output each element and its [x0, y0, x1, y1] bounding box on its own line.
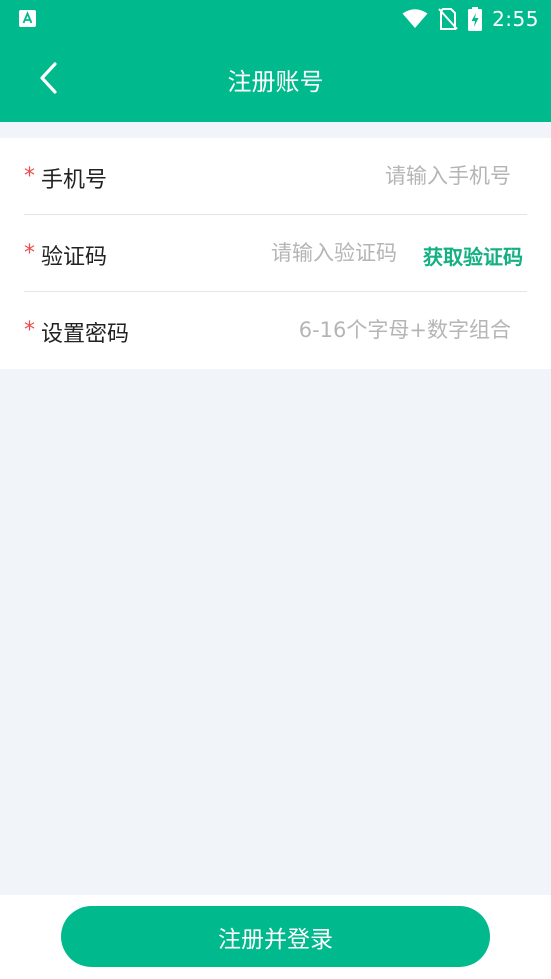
phone-label: 手机号 [41, 168, 108, 193]
status-icons: 2:55 [402, 6, 539, 32]
wifi-icon [402, 9, 428, 28]
password-row: * 设置密码 [24, 292, 527, 369]
page-title: 注册账号 [227, 68, 324, 96]
code-input[interactable] [167, 233, 397, 273]
status-bar: 2:55 [0, 0, 551, 38]
status-time: 2:55 [492, 7, 539, 31]
battery-charging-icon [468, 7, 483, 31]
bottom-bar: 注册并登录 [0, 895, 551, 979]
required-mark: * [24, 164, 35, 189]
phone-input[interactable] [211, 156, 511, 196]
nav-bar: 注册账号 [0, 38, 551, 122]
register-form: * 手机号 * 验证码 获取验证码 * 设置密码 [0, 138, 551, 369]
code-label: 验证码 [41, 245, 108, 270]
required-mark: * [24, 241, 35, 266]
code-row: * 验证码 获取验证码 [24, 215, 527, 292]
phone-row: * 手机号 [24, 138, 527, 215]
required-mark: * [24, 318, 35, 343]
password-label: 设置密码 [41, 322, 130, 347]
password-input[interactable] [211, 310, 511, 350]
register-login-button[interactable]: 注册并登录 [61, 906, 490, 967]
app-header: 2:55 注册账号 [0, 0, 551, 122]
app-notification-icon [19, 10, 36, 27]
get-code-button[interactable]: 获取验证码 [423, 241, 523, 270]
no-sim-icon [438, 8, 458, 30]
